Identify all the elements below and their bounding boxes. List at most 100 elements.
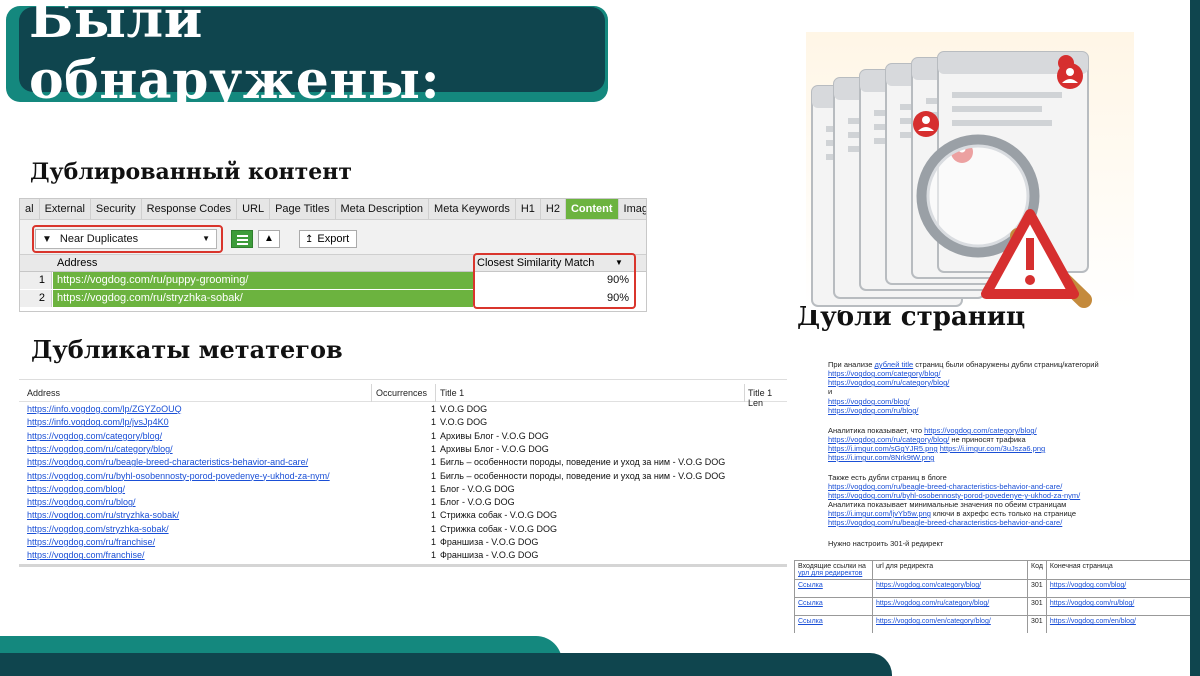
- table-row[interactable]: https://vogdog.com/ru/category/blog/1 Арх…: [19, 444, 787, 457]
- column-address: Address: [57, 257, 98, 269]
- redirect-code: 301: [1027, 615, 1047, 633]
- row-url[interactable]: https://vogdog.com/stryzhka-sobak/: [27, 524, 169, 534]
- table-row[interactable]: https://vogdog.com/ru/blog/1 Блог - V.O.G…: [19, 497, 787, 510]
- doc-link[interactable]: https://vogdog.com/ru/category/blog/: [876, 600, 989, 607]
- row-occurrences: 1: [430, 470, 436, 481]
- table-row: Ссылка https://vogdog.com/category/blog/3…: [794, 579, 1190, 598]
- doc-link[interactable]: https://vogdog.com/blog/: [828, 397, 910, 406]
- row-title: V.O.G DOG: [440, 417, 488, 428]
- tab-h2[interactable]: H2: [541, 199, 566, 219]
- table-row[interactable]: https://info.vogdog.com/lp/jvsJp4K0 1 V.O.…: [19, 417, 787, 430]
- doc-link[interactable]: https://vogdog.com/category/blog/: [924, 426, 1037, 435]
- table-row: Ссылка https://vogdog.com/en/category/blo…: [794, 615, 1190, 633]
- meta-col-occurrences: Occurrences: [376, 388, 428, 398]
- row-url[interactable]: https://info.vogdog.com/lp/ZGYZoOUQ: [27, 404, 182, 414]
- doc-link[interactable]: https://i.imgur.com/sGgYJR5.png: [828, 444, 938, 453]
- redirect-table-header: Входящие ссылки на урл для редиректов ur…: [794, 560, 1190, 580]
- tab-page-titles[interactable]: Page Titles: [270, 199, 336, 219]
- doc-link[interactable]: https://vogdog.com/category/blog/: [876, 582, 981, 589]
- doc-link[interactable]: Ссылка: [798, 582, 823, 589]
- row-url[interactable]: https://vogdog.com/blog/: [27, 484, 125, 494]
- row-url[interactable]: https://vogdog.com/category/blog/: [27, 431, 162, 441]
- row-url[interactable]: https://vogdog.com/ru/category/blog/: [27, 444, 173, 454]
- list-view-button[interactable]: [231, 230, 253, 248]
- table-row[interactable]: https://vogdog.com/ru/beagle-breed-chara…: [19, 457, 787, 470]
- doc-text: Аналитика показывает минимальные значени…: [828, 500, 1067, 509]
- row-title: Франшиза - V.O.G DOG: [440, 550, 539, 561]
- doc-link[interactable]: https://vogdog.com/ru/blog/: [828, 406, 918, 415]
- doc-link[interactable]: Ссылка: [798, 600, 823, 607]
- doc-link[interactable]: https://vogdog.com/ru/beagle-breed-chara…: [828, 518, 1062, 527]
- tab-al[interactable]: al: [20, 199, 40, 219]
- duplicate-windows-magnifier-icon: [806, 32, 1134, 310]
- row-occurrences: 1: [430, 404, 436, 414]
- doc-text: Также есть дубли страниц в блоге: [828, 473, 947, 482]
- doc-link[interactable]: https://vogdog.com/ru/blog/: [1050, 600, 1134, 607]
- doc-link[interactable]: https://vogdog.com/ru/beagle-breed-chara…: [828, 482, 1062, 491]
- row-occurrences: 1: [430, 443, 436, 454]
- tab-meta-keywords[interactable]: Meta Keywords: [429, 199, 516, 219]
- doc-analytics-2: https://vogdog.com/ru/category/blog/ не …: [828, 435, 1026, 444]
- row-url[interactable]: https://vogdog.com/franchise/: [27, 550, 145, 560]
- row-url[interactable]: https://vogdog.com/ru/franchise/: [27, 537, 155, 547]
- row-url[interactable]: https://vogdog.com/ru/blog/: [27, 497, 136, 507]
- row-occurrences: 1: [430, 417, 436, 428]
- doc-link[interactable]: https://vogdog.com/en/blog/: [1050, 618, 1136, 625]
- crawler-toolbar: ▼ Near Duplicates ▼ ▲ ↥ Export: [20, 219, 646, 255]
- row-occurrences: 1: [430, 523, 436, 534]
- row-title: Стрижка собак - V.O.G DOG: [440, 510, 557, 521]
- row-title: Бигль – особенности породы, поведение и …: [440, 457, 726, 468]
- tab-h1[interactable]: H1: [516, 199, 541, 219]
- title-banner: Были обнаружены:: [19, 0, 605, 111]
- tab-meta-description[interactable]: Meta Description: [336, 199, 430, 219]
- row-occurrences: 1: [430, 430, 436, 441]
- doc-link[interactable]: урл для редиректов: [798, 570, 862, 577]
- row-url[interactable]: https://vogdog.com/ru/byhl-osobennosty-p…: [27, 471, 330, 481]
- tab-images[interactable]: Images: [619, 199, 646, 219]
- doc-link[interactable]: https://i.imgur.com/ljvYb5w.png: [828, 509, 931, 518]
- doc-link[interactable]: Ссылка: [798, 618, 823, 625]
- row-occurrences: 1: [430, 457, 436, 468]
- row-url[interactable]: https://info.vogdog.com/lp/jvsJp4K0: [27, 417, 169, 427]
- row-url[interactable]: https://vogdog.com/ru/beagle-breed-chara…: [27, 457, 308, 467]
- tab-url[interactable]: URL: [237, 199, 271, 219]
- doc-link[interactable]: https://vogdog.com/ru/category/blog/: [828, 435, 949, 444]
- row-url[interactable]: https://vogdog.com/ru/stryzhka-sobak/: [27, 510, 179, 520]
- heading-duplicate-meta: Дубликаты метатегов: [31, 335, 343, 364]
- doc-link[interactable]: https://vogdog.com/ru/byhl-osobennosty-p…: [828, 491, 1080, 500]
- doc-link[interactable]: https://vogdog.com/en/category/blog/: [876, 618, 991, 625]
- right-accent-strip: [1190, 0, 1200, 676]
- tab-response-codes[interactable]: Response Codes: [142, 199, 238, 219]
- meta-col-address: Address: [27, 388, 61, 398]
- table-row[interactable]: https://vogdog.com/ru/byhl-osobennosty-p…: [19, 471, 787, 484]
- row-title: Стрижка собак - V.O.G DOG: [440, 523, 557, 534]
- redirect-code: 301: [1027, 597, 1047, 616]
- table-row[interactable]: https://vogdog.com/franchise/1 Франшиза -…: [19, 550, 787, 563]
- redirect-table: Входящие ссылки на урл для редиректов ur…: [794, 560, 1190, 633]
- meta-duplicates-table: Address Occurrences Title 1 Title 1 Len …: [19, 379, 787, 567]
- tab-security[interactable]: Security: [91, 199, 142, 219]
- table-row[interactable]: https://vogdog.com/category/blog/1 Архивы…: [19, 431, 787, 444]
- row-title: Архивы Блог - V.O.G DOG: [440, 443, 549, 454]
- tab-external[interactable]: External: [40, 199, 91, 219]
- footer-band: [0, 653, 892, 676]
- table-row[interactable]: https://info.vogdog.com/lp/ZGYZoOUQ 1 V.O.…: [19, 404, 787, 417]
- doc-link[interactable]: https://i.imgur.com/8Nrk9tW.png: [828, 453, 934, 462]
- table-row[interactable]: https://vogdog.com/ru/franchise/1 Франшиз…: [19, 537, 787, 550]
- doc-link[interactable]: https://i.imgur.com/3uJsza6.png: [940, 444, 1045, 453]
- doc-link[interactable]: https://vogdog.com/category/blog/: [828, 369, 941, 378]
- tab-content[interactable]: Content: [565, 199, 619, 219]
- doc-link[interactable]: дублей title: [875, 360, 914, 369]
- row-number: 2: [20, 290, 52, 307]
- table-row[interactable]: https://vogdog.com/blog/1 Блог - V.O.G DO…: [19, 484, 787, 497]
- export-button[interactable]: ↥ Export: [299, 230, 357, 248]
- table-row[interactable]: https://vogdog.com/ru/stryzhka-sobak/1 Ст…: [19, 510, 787, 523]
- meta-col-title1: Title 1: [440, 388, 465, 398]
- row-title: Франшиза - V.O.G DOG: [440, 537, 539, 547]
- doc-intro: При анализе дублей title страниц были об…: [828, 360, 1099, 369]
- doc-link[interactable]: https://vogdog.com/ru/category/blog/: [828, 378, 949, 387]
- row-occurrences: 1: [430, 550, 436, 561]
- tree-view-button[interactable]: ▲: [258, 230, 280, 248]
- table-row[interactable]: https://vogdog.com/stryzhka-sobak/1 Стриж…: [19, 524, 787, 537]
- doc-link[interactable]: https://vogdog.com/blog/: [1050, 582, 1126, 589]
